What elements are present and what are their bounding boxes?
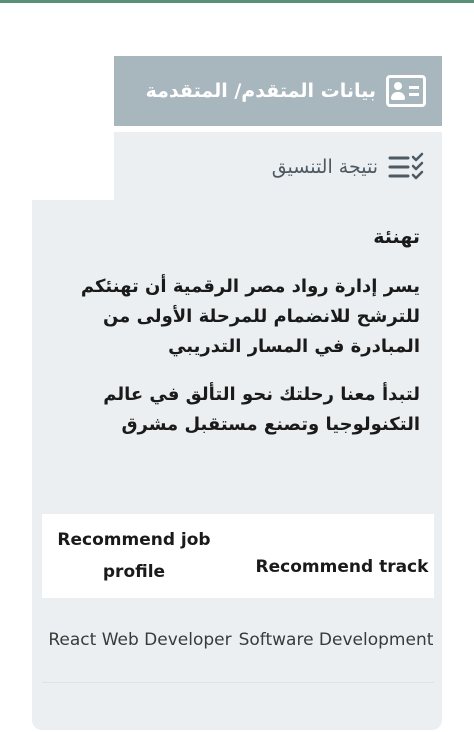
acceptance-paragraph: يسر إدارة رواد مصر الرقمية أن تهنئكم للت… <box>80 276 420 357</box>
header-job-profile: Recommend job profile <box>57 530 211 582</box>
table-header-row: Recommend job profile Recommend track <box>42 514 434 598</box>
tab-applicant-data-label: بيانات المتقدم/ المتقدمة <box>145 80 376 102</box>
encouragement-paragraph: لتبدأ معنا رحلتك نحو التألق في عالم التك… <box>103 384 420 435</box>
tab-applicant-data[interactable]: بيانات المتقدم/ المتقدمة <box>114 56 442 126</box>
recommendation-table: Recommend job profile Recommend track Re… <box>42 514 434 683</box>
checklist-icon <box>388 152 424 180</box>
tab-coordination-result-label: نتيجة التنسيق <box>271 156 378 178</box>
id-card-icon <box>386 75 426 107</box>
result-message: تهنئة يسر إدارة رواد مصر الرقمية أن تهنئ… <box>44 226 420 458</box>
congrats-heading: تهنئة <box>373 226 420 248</box>
table-row: React Web Developer Software Development <box>42 598 434 683</box>
tab-coordination-result[interactable]: نتيجة التنسيق <box>114 132 442 202</box>
top-accent-bar <box>0 0 474 3</box>
cell-track: Software Development <box>238 630 434 650</box>
header-track: Recommend track <box>255 557 429 577</box>
cell-job-profile: React Web Developer <box>48 630 232 650</box>
